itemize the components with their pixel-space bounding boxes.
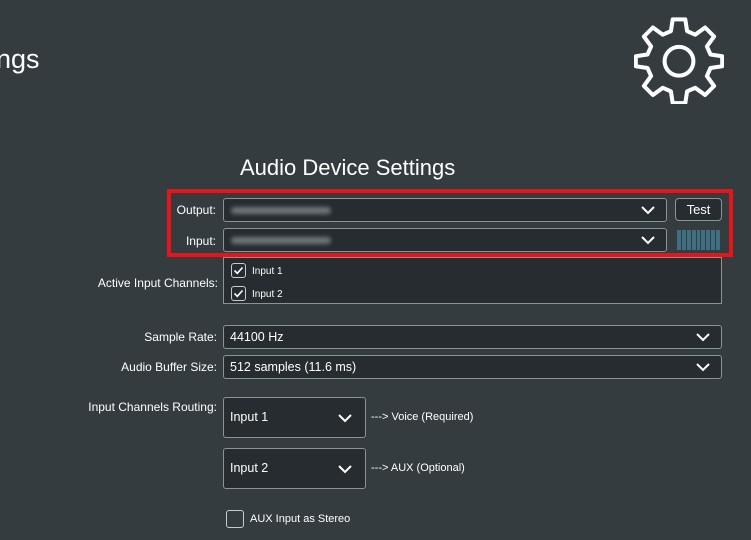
sample-rate-select[interactable]: 44100 Hz	[223, 325, 722, 349]
chevron-down-icon	[696, 363, 710, 372]
section-title: Audio Device Settings	[240, 155, 456, 180]
route-2-select[interactable]: Input 2	[223, 448, 366, 489]
active-channels-label: Active Input Channels:	[97, 276, 218, 290]
aux-stereo-label: AUX Input as Stereo	[250, 513, 351, 525]
sample-rate-value: 44100 Hz	[230, 330, 284, 344]
check-icon	[233, 266, 244, 275]
chevron-down-icon	[696, 333, 710, 342]
buffer-size-label: Audio Buffer Size:	[121, 360, 217, 374]
chevron-down-icon	[338, 465, 352, 474]
sample-rate-label: Sample Rate:	[144, 330, 217, 344]
gear-icon[interactable]	[634, 14, 724, 104]
route-1-select[interactable]: Input 1	[223, 397, 366, 438]
aux-stereo-checkbox[interactable]	[226, 510, 244, 528]
channels-list: Input 1 Input 2	[223, 257, 722, 304]
route-2-value: Input 2	[230, 461, 269, 475]
page-title: ngs	[0, 44, 40, 74]
input-1-label: Input 1	[252, 266, 283, 277]
chevron-down-icon	[338, 414, 352, 423]
route-1-value: Input 1	[230, 410, 269, 424]
input-2-checkbox[interactable]	[231, 286, 246, 301]
input-1-checkbox[interactable]	[231, 263, 246, 278]
check-icon	[233, 289, 244, 298]
buffer-size-value: 512 samples (11.6 ms)	[230, 360, 357, 374]
route-1-destination: ---> Voice (Required)	[371, 411, 474, 423]
highlight-box	[167, 189, 733, 257]
input-2-label: Input 2	[252, 289, 283, 300]
buffer-size-select[interactable]: 512 samples (11.6 ms)	[223, 355, 722, 379]
route-2-destination: ---> AUX (Optional)	[371, 462, 465, 474]
routing-label: Input Channels Routing:	[88, 400, 217, 414]
